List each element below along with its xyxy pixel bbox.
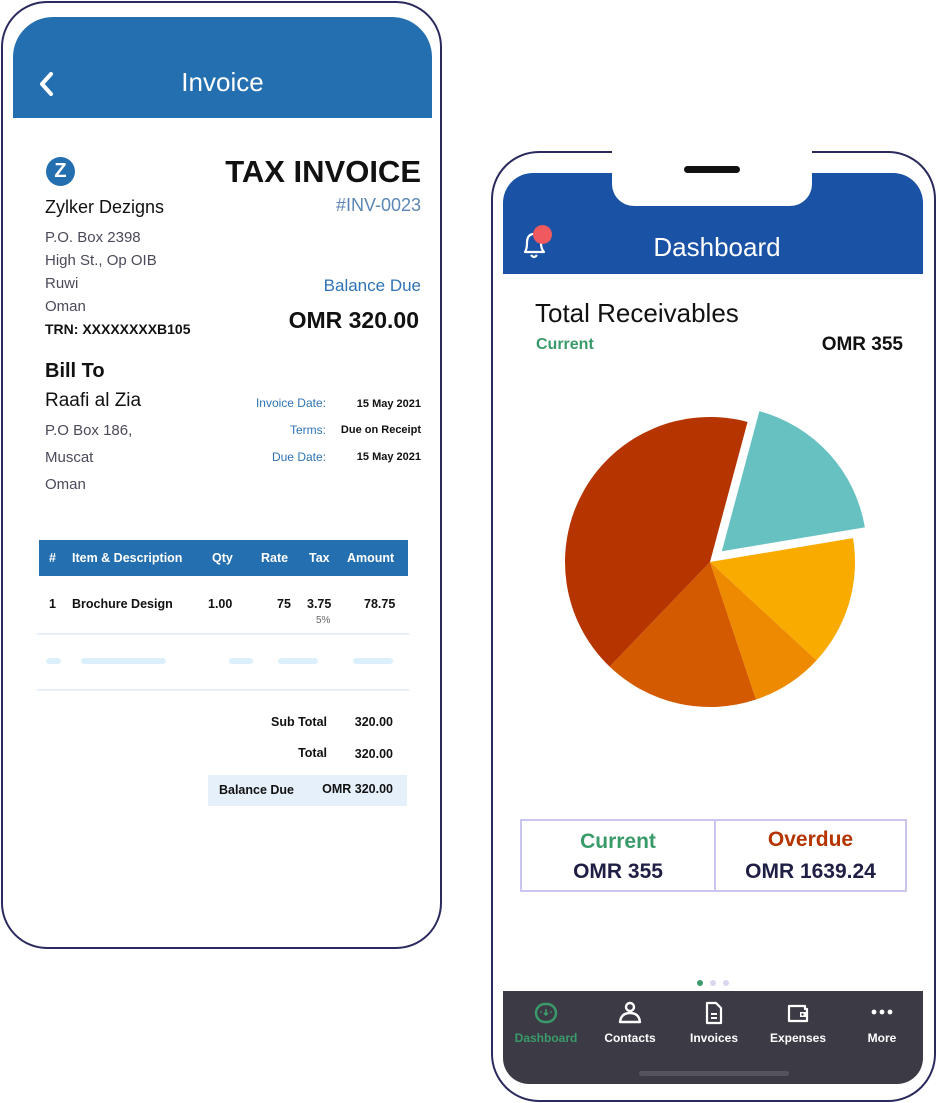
phone-notch	[612, 150, 812, 206]
invoice-header-title: Invoice	[181, 67, 264, 97]
balance-due-label: Balance Due	[323, 276, 421, 295]
row-tax: 3.75	[307, 597, 332, 611]
page-dot[interactable]	[710, 980, 716, 986]
col-qty: Qty	[212, 551, 233, 565]
total-receivables-current-amount: OMR 355	[821, 334, 903, 355]
col-tax: Tax	[309, 551, 330, 565]
tab-invoices[interactable]: Invoices	[672, 991, 756, 1051]
dashboard-header-title: Dashboard	[653, 232, 781, 262]
items-table-header: # Item & Description Qty Rate Tax Amount	[39, 540, 408, 576]
tab-label: Contacts	[604, 1031, 656, 1045]
totals-balance-due-label: Balance Due	[218, 783, 294, 797]
company-name: Zylker Dezigns	[45, 197, 165, 217]
col-number: #	[49, 551, 56, 565]
total-receivables-title: Total Receivables	[535, 298, 739, 328]
summary-current-value: OMR 355	[573, 860, 663, 883]
receivables-pie-chart	[565, 411, 865, 707]
row-rate: 75	[277, 597, 291, 611]
tab-dashboard[interactable]: Dashboard	[504, 991, 588, 1051]
row-tax-percent: 5%	[316, 615, 331, 626]
summary-current-label: Current	[580, 830, 656, 853]
client-address-line: P.O Box 186,	[45, 422, 133, 439]
col-item: Item & Description	[72, 551, 183, 565]
bill-to-heading: Bill To	[45, 360, 105, 382]
client-name: Raafi al Zia	[45, 390, 142, 411]
person-icon	[618, 1001, 642, 1024]
placeholder-row-bar	[81, 658, 166, 664]
due-date-value: 15 May 2021	[356, 451, 421, 463]
company-trn: TRN: XXXXXXXXB105	[45, 321, 191, 337]
summary-overdue-value: OMR 1639.24	[745, 860, 876, 883]
page-dot[interactable]	[723, 980, 729, 986]
due-date-label: Due Date:	[271, 450, 326, 464]
invoice-number: #INV-0023	[335, 195, 421, 215]
document-icon	[705, 1001, 723, 1025]
row-divider	[37, 689, 409, 691]
col-rate: Rate	[261, 551, 289, 565]
terms-label: Terms:	[290, 423, 326, 437]
balance-due-amount: OMR 320.00	[288, 307, 419, 333]
tab-label: More	[867, 1031, 897, 1045]
terms-value: Due on Receipt	[340, 424, 421, 436]
col-amount: Amount	[347, 551, 395, 565]
total-value: 320.00	[354, 747, 393, 761]
speedometer-icon	[534, 1002, 558, 1024]
placeholder-row-bar	[229, 658, 253, 664]
total-receivables-current-label: Current	[536, 336, 594, 353]
page-dot[interactable]	[697, 980, 703, 986]
phone-speaker	[684, 166, 740, 173]
sub-total-label: Sub Total	[270, 715, 327, 729]
tab-label: Dashboard	[514, 1031, 578, 1045]
row-amount: 78.75	[364, 597, 396, 611]
invoice-date-label: Invoice Date:	[255, 396, 326, 410]
row-number: 1	[49, 597, 56, 611]
receivables-summary-box: Current OMR 355 Overdue OMR 1639.24	[520, 819, 907, 892]
row-qty: 1.00	[208, 597, 233, 611]
document-title: TAX INVOICE	[225, 154, 421, 189]
tab-expenses[interactable]: Expenses	[756, 991, 840, 1051]
invoice-phone-frame	[1, 1, 442, 949]
tab-more[interactable]: More	[840, 991, 924, 1051]
tab-label: Invoices	[689, 1031, 739, 1045]
tab-contacts[interactable]: Contacts	[588, 991, 672, 1051]
page-indicator[interactable]	[697, 973, 736, 991]
company-address-line: High St., Op OIB	[45, 252, 157, 269]
invoice-header: Invoice	[13, 17, 432, 118]
home-indicator[interactable]	[639, 1071, 789, 1076]
invoice-date-value: 15 May 2021	[356, 398, 421, 410]
placeholder-row-bar	[46, 658, 61, 664]
company-address-line: Oman	[45, 298, 86, 315]
row-divider	[37, 633, 409, 635]
tab-label: Expenses	[769, 1031, 827, 1045]
more-dots-icon	[871, 1009, 893, 1015]
client-address-line: Muscat	[45, 449, 94, 466]
totals-balance-due-value: OMR 320.00	[322, 782, 393, 796]
notification-badge	[533, 225, 552, 244]
client-address-line: Oman	[45, 476, 86, 493]
company-address-line: P.O. Box 2398	[45, 229, 141, 246]
placeholder-row-bar	[353, 658, 393, 664]
summary-overdue-label: Overdue	[767, 828, 854, 851]
placeholder-row-bar	[278, 658, 318, 664]
wallet-icon	[787, 1004, 809, 1023]
sub-total-value: 320.00	[354, 715, 393, 729]
company-address-line: Ruwi	[45, 275, 79, 292]
total-label: Total	[298, 746, 327, 760]
row-item: Brochure Design	[72, 597, 173, 611]
company-logo: Z	[46, 157, 75, 186]
